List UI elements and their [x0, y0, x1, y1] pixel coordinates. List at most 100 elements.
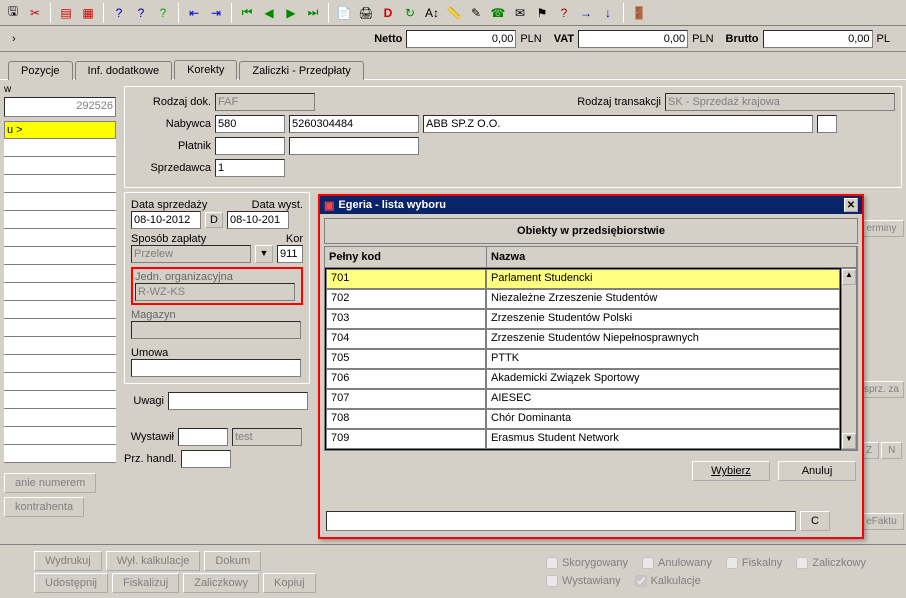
tabs: Pozycje Inf. dodatkowe Korekty Zaliczki …: [0, 52, 906, 80]
vat-input[interactable]: [578, 30, 688, 48]
list-icon[interactable]: ▤: [57, 4, 75, 22]
prz-handl-input[interactable]: [181, 450, 231, 468]
q-icon[interactable]: ?: [555, 4, 573, 22]
left-highlight[interactable]: u >: [4, 121, 116, 139]
modal-rows: 701Parlament Studencki 702Niezależne Zrz…: [325, 268, 841, 450]
nabywca-nip-input[interactable]: [289, 115, 419, 133]
c-button[interactable]: C: [800, 511, 830, 531]
totals-row: › Netto PLN VAT PLN Brutto PL: [0, 26, 906, 52]
zaliczkowy-button[interactable]: Zaliczkowy: [183, 573, 259, 593]
anuluj-button[interactable]: Anuluj: [778, 461, 856, 481]
platnik-code-input[interactable]: [215, 137, 285, 155]
pln2: PLN: [692, 33, 713, 45]
netto-input[interactable]: [406, 30, 516, 48]
print-icon[interactable]: 🖨: [357, 4, 375, 22]
exit-icon[interactable]: 🚪: [630, 4, 648, 22]
help2-icon[interactable]: ?: [132, 4, 150, 22]
header-fieldset: Rodzaj dok. Rodzaj transakcji Nabywca Pł…: [124, 86, 902, 188]
flag-icon[interactable]: ⚑: [533, 4, 551, 22]
rec-next-icon[interactable]: ▶: [282, 4, 300, 22]
save-icon[interactable]: 🖫: [4, 4, 22, 22]
sposob-input[interactable]: [131, 245, 251, 263]
table-row[interactable]: 702Niezależne Zrzeszenie Studentów: [326, 289, 840, 309]
rec-end-icon[interactable]: ⏭: [304, 4, 322, 22]
modal-scrollbar[interactable]: ▲ ▼: [841, 268, 857, 450]
kopiuj-button[interactable]: Kopiuj: [263, 573, 316, 593]
wystawil-name-input[interactable]: [232, 428, 302, 446]
table-row[interactable]: 708Chór Dominanta: [326, 409, 840, 429]
d-icon[interactable]: D: [379, 4, 397, 22]
magazyn-input[interactable]: [131, 321, 301, 339]
tab-inf[interactable]: Inf. dodatkowe: [75, 61, 173, 80]
jedn-input[interactable]: [135, 283, 295, 301]
n-button[interactable]: N: [881, 442, 902, 459]
terminy-button[interactable]: erminy: [859, 220, 904, 237]
table-row[interactable]: 709Erasmus Student Network: [326, 429, 840, 449]
data-sprzedazy-input[interactable]: [131, 211, 201, 229]
wydrukuj-button[interactable]: Wydrukuj: [34, 551, 102, 571]
scroll-down-icon[interactable]: ▼: [842, 433, 856, 449]
wybierz-button[interactable]: Wybierz: [692, 461, 770, 481]
rodzaj-dok-input[interactable]: [215, 93, 315, 111]
help3-icon[interactable]: ?: [154, 4, 172, 22]
mail-icon[interactable]: ✉: [511, 4, 529, 22]
modal-filter-input[interactable]: [326, 511, 796, 531]
nav-first-icon[interactable]: ⇤: [185, 4, 203, 22]
nabywca-code-input[interactable]: [215, 115, 285, 133]
brutto-input[interactable]: [763, 30, 873, 48]
d-button[interactable]: D: [205, 212, 223, 228]
dates-fieldset: Data sprzedażyData wyst. D Sposób zapłat…: [124, 192, 310, 384]
wyl-kalkulacje-button[interactable]: Wył. kalkulacje: [106, 551, 201, 571]
table-row[interactable]: 703Zrzeszenie Studentów Polski: [326, 309, 840, 329]
fiskalizuj-button[interactable]: Fiskalizuj: [112, 573, 179, 593]
rodzaj-trans-input[interactable]: [665, 93, 895, 111]
umowa-input[interactable]: [131, 359, 301, 377]
table-row[interactable]: 704Zrzeszenie Studentów Niepełnosprawnyc…: [326, 329, 840, 349]
udostepnij-button[interactable]: Udostępnij: [34, 573, 108, 593]
sprzedawca-code-input[interactable]: [215, 159, 285, 177]
wystawil-code-input[interactable]: [178, 428, 228, 446]
down-icon[interactable]: ↓: [599, 4, 617, 22]
sprz-button[interactable]: sprz. za: [859, 381, 904, 398]
efaktu-button[interactable]: eFaktu: [859, 513, 904, 530]
rec-prev-icon[interactable]: ◀: [260, 4, 278, 22]
uwagi-label: Uwagi: [124, 395, 164, 407]
data-wyst-input[interactable]: [227, 211, 289, 229]
tab-korekty[interactable]: Korekty: [174, 60, 237, 80]
anie-numerem-button[interactable]: anie numerem: [4, 473, 96, 493]
table-row[interactable]: 707AIESEC: [326, 389, 840, 409]
table-row[interactable]: 705PTTK: [326, 349, 840, 369]
kor-input[interactable]: [277, 245, 303, 263]
cut-icon[interactable]: ✂: [26, 4, 44, 22]
help1-icon[interactable]: ?: [110, 4, 128, 22]
table-row[interactable]: 706Akademicki Związek Sportowy: [326, 369, 840, 389]
nav-last-icon[interactable]: ⇥: [207, 4, 225, 22]
sort-icon[interactable]: A↕: [423, 4, 441, 22]
close-icon[interactable]: ✕: [844, 198, 858, 212]
nabywca-extra-input[interactable]: [817, 115, 837, 133]
edit-icon[interactable]: ✎: [467, 4, 485, 22]
fwd-icon[interactable]: →: [577, 4, 595, 22]
app-icon: ▣: [324, 199, 334, 212]
kontrahenta-button[interactable]: kontrahenta: [4, 497, 84, 517]
uwagi-input[interactable]: [168, 392, 308, 410]
rec-first-icon[interactable]: ⏮: [238, 4, 256, 22]
tab-zaliczki[interactable]: Zaliczki - Przedpłaty: [239, 61, 363, 80]
data-sprzedazy-label: Data sprzedaży: [131, 199, 207, 211]
table-row[interactable]: 701Parlament Studencki: [326, 269, 840, 289]
form-icon[interactable]: ▦: [79, 4, 97, 22]
nabywca-name-input[interactable]: [423, 115, 813, 133]
check-kalkulacje: Kalkulacje: [635, 575, 701, 587]
refresh-icon[interactable]: ↻: [401, 4, 419, 22]
dokum-button[interactable]: Dokum: [204, 551, 261, 571]
check-wystawiany: Wystawiany: [546, 575, 621, 587]
scroll-up-icon[interactable]: ▲: [842, 269, 856, 285]
phone-icon[interactable]: ☎: [489, 4, 507, 22]
main-toolbar: 🖫 ✂ ▤ ▦ ? ? ? ⇤ ⇥ ⏮ ◀ ▶ ⏭ 📄 🖨 D ↻ A↕ 📏 ✎…: [0, 0, 906, 26]
tab-pozycje[interactable]: Pozycje: [8, 61, 73, 80]
doc-icon[interactable]: 📄: [335, 4, 353, 22]
platnik-nip-input[interactable]: [289, 137, 419, 155]
ruler-icon[interactable]: 📏: [445, 4, 463, 22]
check-skorygowany: Skorygowany: [546, 557, 628, 569]
sposob-dropdown[interactable]: ▼: [255, 245, 273, 263]
